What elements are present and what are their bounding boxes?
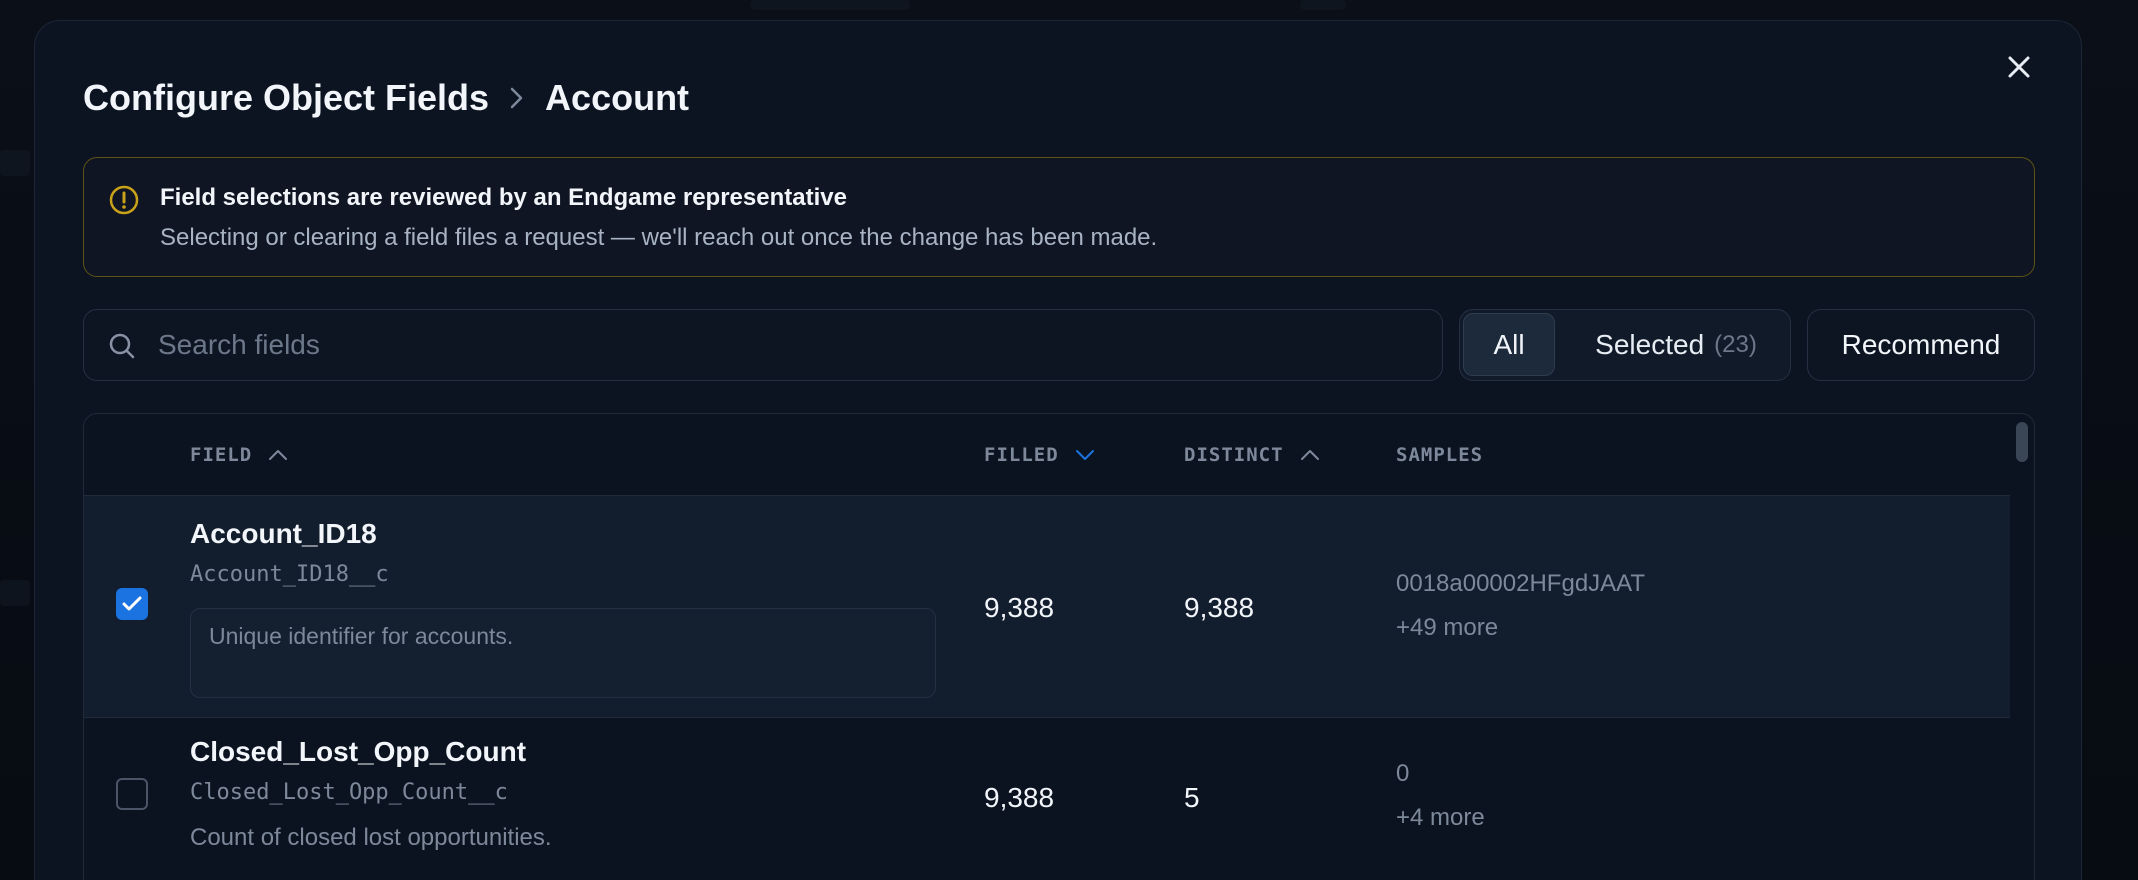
fields-table: FIELD FILLED DISTINCT SAMPLES Account_ID…: [83, 413, 2035, 880]
background-sidebar-item: [0, 580, 30, 606]
configure-fields-dialog: Configure Object Fields Account Field se…: [34, 20, 2082, 880]
sort-ascending-icon: [269, 450, 288, 460]
search-field[interactable]: [83, 309, 1443, 381]
scrollbar-thumb[interactable]: [2016, 422, 2028, 462]
filled-count: 9,388: [984, 592, 1055, 623]
table-row[interactable]: Closed_Lost_Opp_Count Closed_Lost_Opp_Co…: [84, 718, 2010, 880]
close-button[interactable]: [2001, 49, 2037, 85]
recommend-label: Recommend: [1841, 329, 2001, 360]
field-api-name: Account_ID18__c: [190, 562, 389, 587]
filter-toggle-group: All Selected (23): [1459, 309, 1791, 381]
column-header-samples: SAMPLES: [1396, 444, 1484, 466]
checkmark-icon: [122, 596, 142, 611]
filter-selected-label: Selected: [1595, 328, 1705, 360]
column-header-filled[interactable]: FILLED: [984, 444, 1095, 466]
distinct-count: 9,388: [1184, 592, 1255, 623]
review-notice-banner: Field selections are reviewed by an Endg…: [83, 157, 2035, 277]
notice-text: Selecting or clearing a field files a re…: [160, 224, 1158, 251]
filled-count: 9,388: [984, 782, 1055, 813]
breadcrumb-current: Account: [545, 77, 690, 118]
close-icon: [2008, 56, 2030, 78]
breadcrumb: Configure Object Fields Account: [83, 75, 689, 121]
table-scrollbar[interactable]: [2012, 414, 2034, 880]
sample-value: 0018a00002HFgdJAAT: [1396, 570, 1646, 597]
sort-ascending-icon: [1300, 450, 1319, 460]
sample-value: 0: [1396, 760, 1410, 787]
field-description[interactable]: Count of closed lost opportunities.: [190, 824, 552, 852]
warning-circle-icon: [109, 185, 139, 215]
table-row[interactable]: Account_ID18 Account_ID18__c Unique iden…: [84, 496, 2010, 718]
field-select-checkbox[interactable]: [116, 778, 148, 810]
column-header-field[interactable]: FIELD: [190, 444, 288, 466]
filter-all-label: All: [1493, 328, 1525, 360]
sort-descending-icon: [1075, 450, 1094, 460]
chevron-right-icon: [510, 87, 523, 109]
table-header: FIELD FILLED DISTINCT SAMPLES: [84, 414, 2010, 496]
field-api-name: Closed_Lost_Opp_Count__c: [190, 780, 508, 805]
filter-all-button[interactable]: All: [1463, 313, 1555, 376]
field-name: Account_ID18: [190, 518, 377, 549]
recommend-button[interactable]: Recommend: [1807, 309, 2035, 381]
search-input[interactable]: [158, 310, 1428, 380]
background-sidebar-item: [0, 150, 30, 176]
samples-more-link[interactable]: +4 more: [1396, 804, 1485, 832]
distinct-count: 5: [1184, 782, 1200, 813]
filter-selected-button[interactable]: Selected (23): [1564, 313, 1788, 376]
search-icon: [109, 333, 135, 359]
notice-title: Field selections are reviewed by an Endg…: [160, 184, 847, 211]
selected-count-badge: (23): [1714, 330, 1757, 358]
background-header-item: [750, 0, 910, 10]
samples-more-link[interactable]: +49 more: [1396, 614, 1498, 642]
field-name: Closed_Lost_Opp_Count: [190, 736, 527, 767]
background-header-item: [1300, 0, 1346, 10]
breadcrumb-root[interactable]: Configure Object Fields: [83, 77, 489, 119]
field-select-checkbox[interactable]: [116, 588, 148, 620]
column-header-distinct[interactable]: DISTINCT: [1184, 444, 1320, 466]
field-description-input[interactable]: Unique identifier for accounts.: [190, 608, 936, 698]
